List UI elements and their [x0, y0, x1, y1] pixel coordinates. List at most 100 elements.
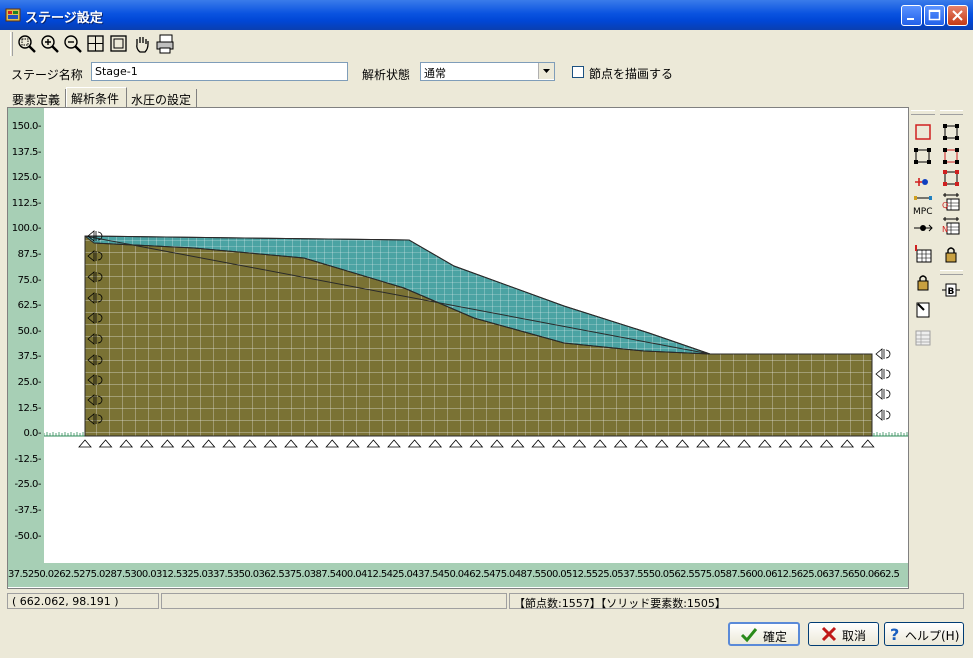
pin-support-icon: [613, 439, 628, 448]
mesh-canvas[interactable]: [44, 108, 908, 563]
tab-water-pressure[interactable]: 水圧の設定: [127, 89, 197, 107]
maximize-button[interactable]: [924, 5, 945, 26]
x-axis-tick-labels: 37.5250.0262.5275.0287.5300.0312.5325.03…: [8, 569, 900, 580]
rect-node-icon[interactable]: [941, 168, 961, 188]
status-coordinates: ( 662.062, 98.191 ): [7, 593, 159, 609]
y-tick-label: 12.5-: [17, 402, 42, 414]
q-table-icon[interactable]: Q: [941, 192, 961, 212]
pin-support-icon: [366, 439, 381, 448]
pin-support-icon: [510, 439, 525, 448]
pin-support-icon: [428, 439, 443, 448]
stage-name-label: ステージ名称: [11, 68, 83, 82]
pin-support-icon: [201, 439, 216, 448]
roller-support-icon: [875, 388, 891, 400]
pin-support-icon: [840, 439, 855, 448]
roller-support-icon: [875, 368, 891, 380]
pin-support-icon: [819, 439, 834, 448]
status-blank: [161, 593, 507, 609]
cancel-button-label: 取消: [842, 629, 867, 643]
title-bar: ステージ設定: [0, 0, 973, 30]
help-question-glyph: ?: [890, 625, 899, 643]
y-tick-label: -12.5-: [14, 453, 42, 465]
lock-icon[interactable]: [913, 272, 933, 292]
spring-icon[interactable]: [913, 218, 933, 238]
element-rect-icon[interactable]: [913, 122, 933, 142]
fit-view-icon[interactable]: [108, 33, 130, 55]
draw-nodes-label: 節点を描画する: [589, 67, 674, 81]
n-table-icon[interactable]: N: [941, 216, 961, 236]
close-button[interactable]: [947, 5, 968, 26]
pin-support-icon: [675, 439, 690, 448]
pin-support-icon: [593, 439, 607, 448]
lock-icon[interactable]: [941, 244, 961, 264]
mpc-label: MPC: [913, 207, 932, 217]
pin-support-icon: [345, 439, 360, 448]
y-tick-label: -50.0-: [14, 530, 42, 542]
analysis-state-label: 解析状態: [362, 68, 411, 82]
side-toolbar-2-grip[interactable]: [940, 110, 963, 115]
tab-analysis-conditions[interactable]: 解析条件: [66, 87, 127, 108]
window-title: ステージ設定: [25, 11, 103, 26]
pin-support-icon: [551, 439, 566, 448]
edit-icon[interactable]: [913, 300, 933, 320]
pin-support-icon: [696, 439, 710, 448]
pin-support-icon: [737, 439, 752, 448]
disabled-table-icon: [915, 330, 931, 346]
y-tick-label: 62.5-: [17, 300, 42, 312]
roller-support-icon: [875, 348, 891, 360]
y-tick-label: 150.0-: [11, 121, 42, 132]
x-axis-ruler: 37.5250.0262.5275.0287.5300.0312.5325.03…: [8, 563, 908, 587]
y-tick-label: 0.0-: [23, 428, 41, 440]
ok-button-label: 確定: [763, 630, 788, 644]
chevron-down-icon: [543, 69, 550, 73]
pin-support-icon: [572, 439, 587, 448]
pin-support-icon: [407, 439, 422, 448]
minimize-icon: [907, 18, 914, 20]
y-tick-label: 50.0-: [17, 325, 42, 337]
pin-support-icon: [860, 439, 875, 448]
y-axis-ruler: 150.0- 137.5- 125.0- 112.5- 100.0- 87.5- 75.0-…: [8, 108, 44, 563]
toolbar: [10, 32, 180, 56]
analysis-state-value: 通常: [424, 67, 446, 80]
q-table-letter: Q: [942, 201, 948, 210]
help-button[interactable]: ? ヘルプ(H): [884, 622, 964, 646]
toolbar-grip[interactable]: [10, 32, 13, 56]
pin-support-icon: [531, 439, 546, 448]
y-tick-label: -37.5-: [14, 505, 42, 516]
side-toolbar-2-grip-lower[interactable]: [940, 270, 963, 275]
stage-name-input[interactable]: Stage-1: [91, 62, 348, 81]
print-icon[interactable]: [154, 33, 176, 55]
zoom-out-icon[interactable]: [62, 33, 84, 55]
load-table-icon[interactable]: [913, 244, 933, 264]
zoom-window-icon[interactable]: [16, 33, 38, 55]
help-button-label: ヘルプ(H): [905, 629, 960, 643]
y-tick-label: 137.5-: [11, 146, 42, 158]
pin-support-icon: [448, 439, 463, 448]
checkmark-icon: [740, 628, 758, 643]
pin-support-icon: [78, 439, 92, 448]
pin-support-icon: [778, 439, 793, 448]
b-button-icon[interactable]: B: [941, 280, 961, 300]
pin-support-icon: [304, 439, 319, 448]
analysis-state-select[interactable]: 通常: [420, 62, 555, 81]
rect-icon[interactable]: [941, 122, 961, 142]
element-select-icon[interactable]: [913, 146, 933, 166]
mpc-icon[interactable]: MPC: [913, 194, 933, 218]
maximize-icon: [928, 9, 941, 21]
y-tick-label: 87.5-: [17, 249, 42, 260]
side-toolbar-grip[interactable]: [911, 110, 935, 115]
tab-element-definition[interactable]: 要素定義: [8, 89, 66, 107]
minimize-button[interactable]: [901, 5, 922, 26]
pin-support-icon: [139, 439, 154, 448]
draw-nodes-checkbox[interactable]: [572, 66, 584, 78]
fit-all-icon[interactable]: [85, 33, 107, 55]
ok-button[interactable]: 確定: [728, 622, 800, 646]
y-tick-label: 37.5-: [17, 351, 42, 363]
dropdown-arrow-button[interactable]: [538, 63, 554, 79]
pan-hand-icon[interactable]: [131, 33, 153, 55]
node-constraint-icon[interactable]: [913, 172, 933, 192]
rect-select-icon[interactable]: [941, 146, 961, 166]
cancel-button[interactable]: 取消: [808, 622, 879, 646]
zoom-in-icon[interactable]: [39, 33, 61, 55]
roller-support-icon: [875, 409, 891, 421]
